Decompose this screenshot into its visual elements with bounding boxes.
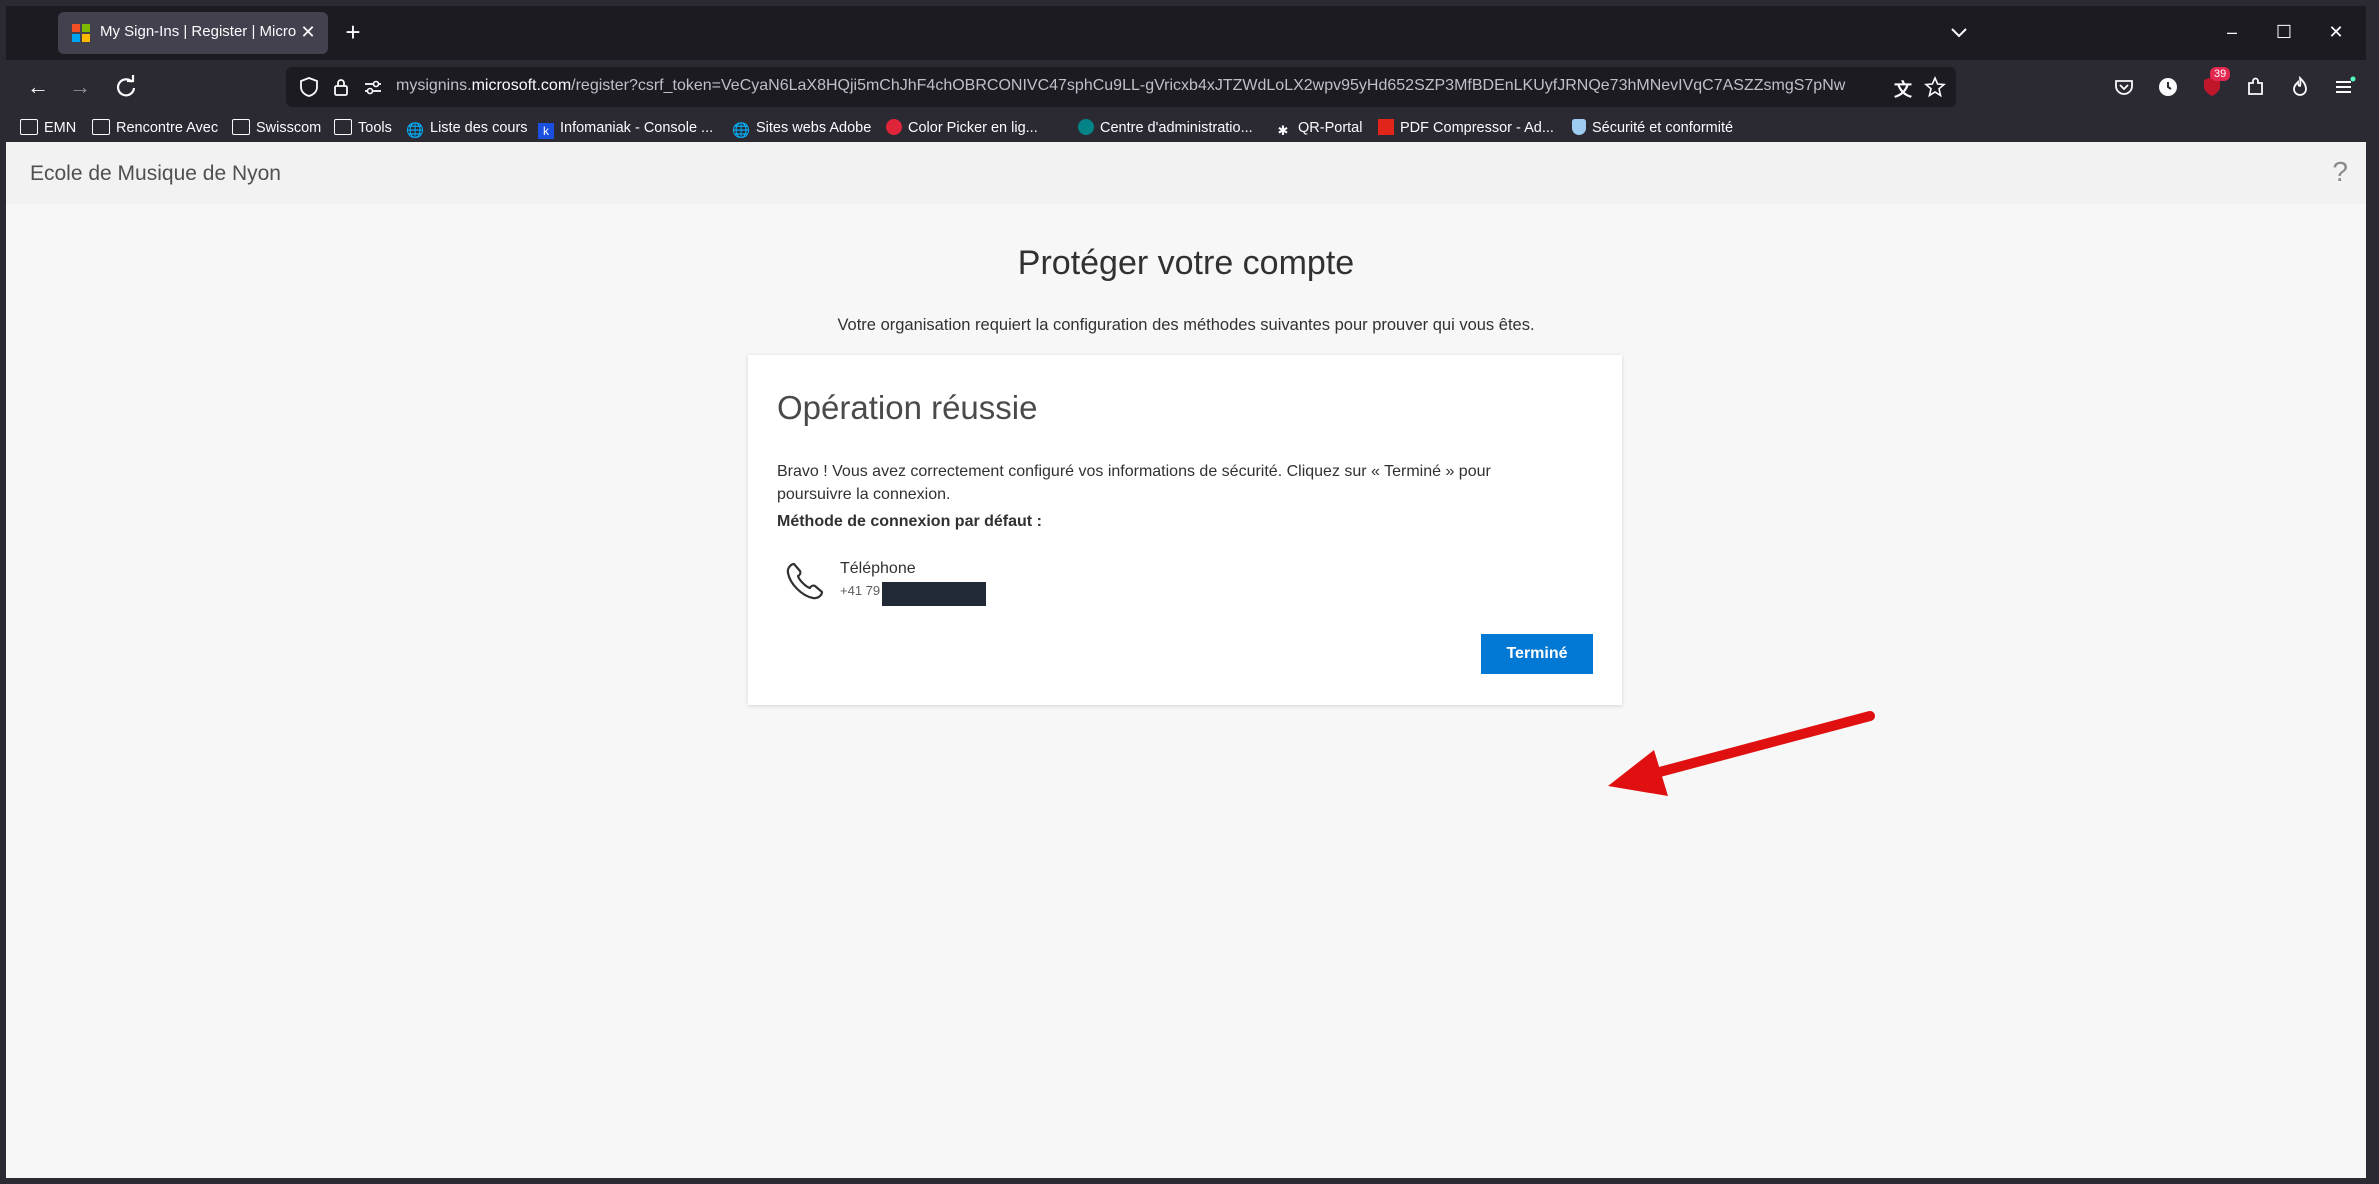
tab-strip: My Sign-Ins | Register | Microsoft ✕ + –… xyxy=(6,6,2366,60)
card-title: Opération réussie xyxy=(777,389,1038,426)
bookmark-label: Sécurité et conformité xyxy=(1592,120,1734,136)
default-method-label: Méthode de connexion par défaut : xyxy=(777,513,1042,530)
bookmark-label: Rencontre Avec xyxy=(116,120,219,136)
bookmark-label: Tools xyxy=(358,120,392,136)
tab-title: My Sign-Ins | Register | Microsoft xyxy=(100,23,296,40)
extension-badge-count: 39 xyxy=(2210,67,2231,81)
shield-icon xyxy=(1572,119,1586,135)
success-card: Opération réussie Bravo ! Vous avez corr… xyxy=(748,355,1622,705)
extension-clock-icon[interactable] xyxy=(2154,73,2182,101)
back-button[interactable]: ← xyxy=(22,71,54,103)
extensions-puzzle-icon[interactable] xyxy=(2242,73,2270,101)
bookmark-qr-portal[interactable]: ✱ QR-Portal xyxy=(1274,117,1363,139)
url-prefix: mysignins. xyxy=(396,77,472,94)
annotation-arrow-icon xyxy=(1608,711,1875,796)
bookmark-color-picker[interactable]: Color Picker en lig... xyxy=(886,117,1038,139)
bookmark-securite-conformite[interactable]: Sécurité et conformité xyxy=(1572,117,1733,139)
folder-icon xyxy=(92,119,110,135)
menu-hamburger-icon[interactable] xyxy=(2330,73,2358,101)
bookmark-label: Sites webs Adobe xyxy=(756,120,872,136)
folder-icon xyxy=(334,119,352,135)
bookmark-label: Liste des cours xyxy=(430,120,528,136)
extension-badge-icon[interactable]: 39 xyxy=(2198,67,2231,101)
close-window-button[interactable]: ✕ xyxy=(2316,16,2356,48)
adobe-icon xyxy=(1378,119,1394,135)
bookmark-tools[interactable]: Tools xyxy=(334,117,392,139)
bookmark-centre-administration[interactable]: Centre d'administratio... xyxy=(1078,117,1253,139)
globe-icon: 🌐 xyxy=(732,123,751,139)
bookmark-rencontre-avec[interactable]: Rencontre Avec xyxy=(92,117,218,139)
infomaniak-icon: k xyxy=(538,123,554,139)
bookmark-liste-des-cours[interactable]: 🌐 Liste des cours xyxy=(406,117,528,139)
bookmark-label: Infomaniak - Console ... xyxy=(560,120,714,136)
url-path: /register?csrf_token=VeCyaN6LaX8HQji5mCh… xyxy=(571,77,1846,94)
bookmark-pdf-compressor[interactable]: PDF Compressor - Ad... xyxy=(1378,117,1554,139)
translate-icon[interactable]: 文 xyxy=(1894,76,1916,100)
bookmark-infomaniak[interactable]: k Infomaniak - Console ... xyxy=(538,117,713,139)
navigation-toolbar: ← → mysignins.microsoft.com/register?csr… xyxy=(6,60,2366,114)
permissions-icon[interactable] xyxy=(362,76,384,98)
tab-close-icon[interactable]: ✕ xyxy=(296,20,320,44)
new-tab-button[interactable]: + xyxy=(336,16,370,50)
redaction-box xyxy=(882,582,986,606)
bookmark-label: Swisscom xyxy=(256,120,322,136)
page-content: Ecole de Musique de Nyon ? Protéger votr… xyxy=(6,142,2366,1178)
globe-icon: 🌐 xyxy=(406,123,425,139)
maximize-button[interactable]: ☐ xyxy=(2264,16,2304,48)
success-message: Bravo ! Vous avez correctement configuré… xyxy=(777,463,1491,503)
tab-active[interactable]: My Sign-Ins | Register | Microsoft ✕ xyxy=(58,12,328,54)
url-text[interactable]: mysignins.microsoft.com/register?csrf_to… xyxy=(396,77,1886,99)
bookmark-sites-webs-adobe[interactable]: 🌐 Sites webs Adobe xyxy=(732,117,871,139)
bookmark-label: PDF Compressor - Ad... xyxy=(1400,120,1554,136)
lock-icon[interactable] xyxy=(330,76,352,98)
phone-icon xyxy=(786,562,824,600)
page-subtitle: Votre organisation requiert la configura… xyxy=(837,316,1535,334)
pocket-icon[interactable] xyxy=(2110,73,2138,101)
help-icon[interactable]: ? xyxy=(2332,156,2348,188)
organization-name: Ecole de Musique de Nyon xyxy=(30,162,281,185)
list-all-tabs-icon[interactable] xyxy=(1944,18,1974,48)
bookmark-label: Color Picker en lig... xyxy=(908,120,1038,136)
bookmark-label: Centre d'administratio... xyxy=(1100,120,1253,136)
folder-icon xyxy=(232,119,250,135)
color-picker-icon xyxy=(886,119,902,135)
minimize-button[interactable]: – xyxy=(2212,16,2252,48)
bookmark-emn[interactable]: EMN xyxy=(20,117,76,139)
url-domain: microsoft.com xyxy=(471,77,572,94)
method-name: Téléphone xyxy=(840,560,916,577)
bookmark-star-icon[interactable] xyxy=(1924,76,1946,98)
method-phone-number: +41 79 xyxy=(840,583,881,598)
page-header: Ecole de Musique de Nyon ? xyxy=(6,142,2366,204)
tracking-protection-shield-icon[interactable] xyxy=(298,76,320,98)
firefox-account-icon[interactable] xyxy=(2286,73,2314,101)
microsoft-logo-icon xyxy=(72,24,90,42)
sharepoint-icon xyxy=(1078,119,1094,135)
page-title: Protéger votre compte xyxy=(1017,244,1355,282)
url-bar[interactable]: mysignins.microsoft.com/register?csrf_to… xyxy=(286,67,1956,107)
qr-icon: ✱ xyxy=(1277,123,1289,138)
bookmark-label: EMN xyxy=(44,120,77,136)
reload-icon[interactable] xyxy=(110,71,142,103)
bookmark-swisscom[interactable]: Swisscom xyxy=(232,117,321,139)
bookmarks-toolbar: EMN Rencontre Avec Swisscom Tools 🌐 Liste… xyxy=(6,114,2366,142)
done-button[interactable]: Terminé xyxy=(1481,634,1593,674)
bookmark-label: QR-Portal xyxy=(1298,120,1363,136)
forward-button[interactable]: → xyxy=(64,71,96,103)
browser-window: My Sign-Ins | Register | Microsoft ✕ + –… xyxy=(6,6,2366,1178)
folder-icon xyxy=(20,119,38,135)
